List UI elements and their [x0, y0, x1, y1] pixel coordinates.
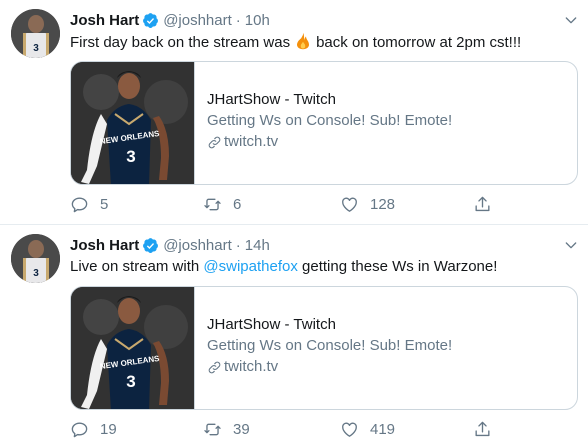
tweet-timestamp[interactable]: 10h [245, 12, 270, 29]
author-name[interactable]: Josh Hart [70, 237, 139, 254]
tweet-text-part: Live on stream with [70, 258, 200, 275]
like-icon [342, 422, 357, 437]
link-card[interactable]: NEW ORLEANS 3 JHartShow - Twitch Getting… [70, 286, 578, 410]
separator-dot: · [235, 11, 241, 29]
tweet[interactable]: 3 Josh Hart @joshhart · 10h First day ba… [0, 0, 588, 225]
retweet-count: 6 [233, 195, 242, 213]
reply-button[interactable]: 5 [70, 193, 108, 215]
retweet-icon [204, 198, 221, 210]
avatar[interactable]: 3 [11, 234, 60, 283]
avatar-jersey-number: 3 [33, 268, 39, 279]
link-card[interactable]: NEW ORLEANS 3 JHartShow - Twitch Getting… [70, 61, 578, 185]
tweet-actions: 5 6 128 [70, 193, 510, 215]
like-button[interactable]: 419 [340, 418, 395, 440]
card-description: Getting Ws on Console! Sub! Emote! [207, 337, 453, 354]
reply-icon [71, 421, 88, 437]
tweet-actions: 19 39 419 [70, 418, 510, 440]
card-jersey-number: 3 [126, 147, 135, 166]
tweet-text-part: back on tomorrow at 2pm cst!!! [316, 34, 522, 51]
card-description: Getting Ws on Console! Sub! Emote! [207, 112, 453, 129]
avatar[interactable]: 3 [11, 9, 60, 58]
share-button[interactable] [473, 418, 503, 440]
card-body: JHartShow - Twitch Getting Ws on Console… [195, 62, 452, 184]
like-count: 419 [370, 420, 396, 438]
card-image: NEW ORLEANS 3 [71, 62, 195, 184]
tweet-text-part: getting these Ws in Warzone! [302, 258, 498, 275]
mention-link[interactable]: @swipathefox [203, 258, 297, 275]
avatar-jersey-number: 3 [33, 43, 39, 54]
tweet-header: Josh Hart @joshhart · 10h [70, 9, 270, 31]
card-body: JHartShow - Twitch Getting Ws on Console… [195, 287, 452, 409]
avatar-image: 3 [11, 9, 60, 58]
share-icon [475, 421, 490, 436]
link-icon [208, 136, 221, 148]
reply-count: 5 [100, 195, 109, 213]
like-icon [342, 197, 357, 212]
tweet-text-part: First day back on the stream was [70, 34, 291, 51]
card-domain-text: twitch.tv [224, 358, 279, 375]
chevron-down-icon[interactable] [563, 12, 579, 28]
card-domain: twitch.tv [207, 132, 452, 152]
reply-button[interactable]: 19 [70, 418, 117, 440]
link-icon [208, 361, 221, 373]
tweet[interactable]: 3 Josh Hart @joshhart · 14h Live on stre… [0, 225, 588, 448]
retweet-icon [204, 423, 221, 435]
like-button[interactable]: 128 [340, 193, 395, 215]
reply-icon [71, 196, 88, 212]
card-domain-text: twitch.tv [224, 133, 279, 150]
retweet-count: 39 [233, 420, 250, 438]
author-handle[interactable]: @joshhart [163, 237, 232, 254]
verified-badge-icon [143, 12, 159, 28]
tweet-header: Josh Hart @joshhart · 14h [70, 234, 270, 256]
retweet-button[interactable]: 39 [203, 418, 250, 440]
card-jersey-number: 3 [126, 372, 135, 391]
share-button[interactable] [473, 193, 503, 215]
tweet-timestamp[interactable]: 14h [245, 237, 270, 254]
card-domain: twitch.tv [207, 357, 452, 377]
reply-count: 19 [100, 420, 117, 438]
tweet-text: Live on stream with @swipathefox getting… [70, 257, 497, 277]
separator-dot: · [235, 236, 241, 254]
share-icon [475, 196, 490, 211]
avatar-image: 3 [11, 234, 60, 283]
card-title: JHartShow - Twitch [207, 91, 336, 108]
tweet-text: First day back on the stream was back on… [70, 32, 521, 53]
author-name[interactable]: Josh Hart [70, 12, 139, 29]
fire-emoji [297, 32, 310, 50]
card-title: JHartShow - Twitch [207, 316, 336, 333]
like-count: 128 [370, 195, 396, 213]
card-image: NEW ORLEANS 3 [71, 287, 195, 409]
retweet-button[interactable]: 6 [203, 193, 241, 215]
chevron-down-icon[interactable] [563, 237, 579, 253]
verified-badge-icon [143, 237, 159, 253]
author-handle[interactable]: @joshhart [163, 12, 232, 29]
